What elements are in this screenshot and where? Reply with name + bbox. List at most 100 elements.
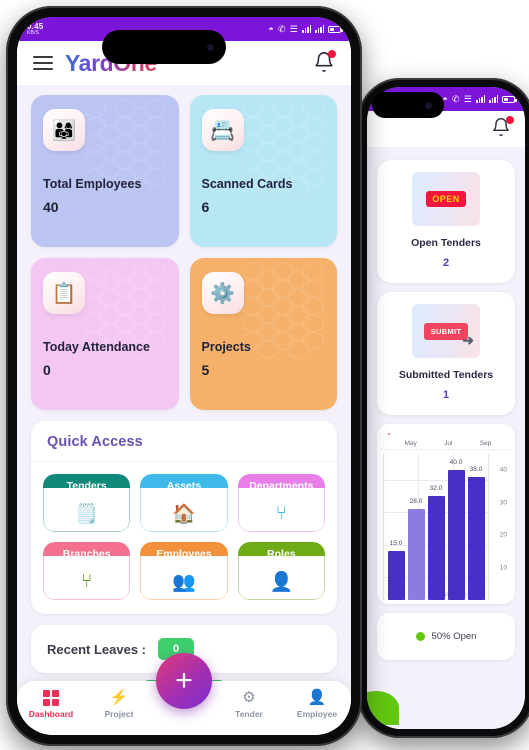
notification-bell-button[interactable] <box>491 116 514 141</box>
attendance-icon: 📋 <box>43 272 85 314</box>
stat-card-title: Today Attendance <box>43 340 150 354</box>
employees-group-icon: 👥 <box>140 556 228 600</box>
open-tenders-card[interactable]: OPEN Open Tenders 2 <box>377 160 515 283</box>
front-phone-notch <box>102 30 226 64</box>
tender-bar-chart-card[interactable]: ⁃ MayJulSep Description Label 15.028.032… <box>377 424 515 604</box>
bottom-nav-item-tender[interactable]: ⚙ Tender <box>215 689 283 719</box>
notification-badge-dot <box>328 50 336 58</box>
quick-access-tenders[interactable]: Tenders 🗒️ <box>43 474 131 532</box>
open-sign-label: OPEN <box>426 191 466 207</box>
submitted-tenders-value: 1 <box>442 389 450 401</box>
stat-card-value: 0 <box>43 362 51 378</box>
tender-list-icon: 🗒️ <box>43 488 131 532</box>
submit-sign-label: SUBMIT ➜ <box>423 322 474 348</box>
chart-bar-value: 38.0 <box>469 465 483 473</box>
call-mute-icon: ✆ <box>277 23 286 34</box>
stat-card-projects[interactable]: ⚙️ Projects 5 <box>189 258 337 410</box>
bottom-nav-item-dashboard[interactable]: Dashboard <box>17 689 85 719</box>
chart-plot-area: Description Label 15.028.032.040.038.0 4… <box>381 450 511 600</box>
stat-card-value: 5 <box>201 362 210 378</box>
open-tenders-title: Open Tenders <box>411 237 481 249</box>
signal-bars2-icon <box>489 95 498 103</box>
bottom-nav-label: Dashboard <box>28 709 74 719</box>
projects-icon: ⚙️ <box>201 272 244 314</box>
employee-avatar-icon: 👤 <box>307 689 327 706</box>
status-speed-unit: KB/S <box>27 29 40 36</box>
add-fab-button[interactable]: + <box>156 653 212 709</box>
chart-bar-value: 15.0 <box>389 540 403 548</box>
chart-legend-card: 50% Open <box>367 613 515 725</box>
front-content-scroll[interactable]: 👨‍👩‍👧 Total Employees 40 📇 Scanned Cards … <box>17 85 351 735</box>
assets-home-icon: 🏠 <box>140 488 228 532</box>
battery-icon <box>328 25 343 33</box>
hamburger-menu-button[interactable] <box>33 56 53 70</box>
chart-bar: 38.0 <box>467 466 485 600</box>
stat-card-scan-card[interactable]: 📇 Scanned Cards 6 <box>189 95 337 247</box>
recent-leaves-label: Recent Leaves : <box>47 641 146 657</box>
bottom-nav-label: Tender <box>235 709 263 719</box>
cursor-icon: ➜ <box>462 331 475 348</box>
chart-y-tick: 20 <box>499 531 507 539</box>
stat-card-employees[interactable]: 👨‍👩‍👧 Total Employees 40 <box>31 95 179 247</box>
chart-y-axis: 40 30 20 10 <box>489 454 509 600</box>
quick-access-title: Quick Access <box>47 434 143 450</box>
back-phone-frame: ◓ ✆ ☰ OPEN Open Tenders 2 SUBMIT ➜ Submi… <box>358 78 529 738</box>
front-phone-frame: 0.45 KB/S ◓ ✆ ☰ YardOne <box>6 6 362 746</box>
stat-card-value: 6 <box>201 199 210 215</box>
stat-card-title: Scanned Cards <box>201 177 293 191</box>
chart-x-tick: Jul <box>444 440 453 447</box>
back-phone-notch <box>372 92 444 118</box>
submit-button-icon: SUBMIT ➜ <box>412 304 480 358</box>
project-bolt-icon: ⚡ <box>109 689 129 706</box>
quick-access-assets[interactable]: Assets 🏠 <box>140 474 228 532</box>
legend-label: 50% Open <box>431 631 477 642</box>
chart-x-tick: Sep <box>479 440 492 447</box>
open-sign-icon: OPEN <box>412 172 480 226</box>
chart-bar: 15.0 <box>387 540 405 600</box>
stat-card-title: Total Employees <box>43 177 142 191</box>
bottom-nav-label: Project <box>104 709 134 719</box>
network-icon: ☰ <box>289 23 298 34</box>
chart-bar: 40.0 <box>447 459 465 600</box>
bottom-nav-item-employee[interactable]: 👤 Employee <box>283 689 351 719</box>
chart-bar: 32.0 <box>427 485 445 600</box>
chart-bar-value: 28.0 <box>409 498 423 506</box>
call-mute-icon: ✆ <box>451 93 460 104</box>
legend-dot-icon <box>415 632 425 641</box>
chart-bar-value: 40.0 <box>449 459 463 467</box>
back-content-scroll[interactable]: OPEN Open Tenders 2 SUBMIT ➜ Submitted T… <box>367 147 525 729</box>
chart-bars: Description Label 15.028.032.040.038.0 <box>383 454 489 600</box>
stat-card-value: 40 <box>43 199 59 215</box>
chart-x-tick: May <box>404 440 417 447</box>
chart-bar-value: 32.0 <box>429 485 443 493</box>
quick-access-header: Quick Access <box>31 421 337 462</box>
wifi-icon: ◓ <box>268 23 274 34</box>
quick-access-departments[interactable]: Departments ⑂ <box>237 474 325 532</box>
chart-y-tick: 30 <box>499 499 507 507</box>
signal-bars-icon <box>302 25 311 33</box>
chart-y-tick: 10 <box>499 564 507 572</box>
stat-card-grid: 👨‍👩‍👧 Total Employees 40 📇 Scanned Cards … <box>17 85 351 410</box>
screenshot-stage: ◓ ✆ ☰ OPEN Open Tenders 2 SUBMIT ➜ Submi… <box>0 0 529 750</box>
quick-access-employees[interactable]: Employees 👥 <box>140 542 228 600</box>
open-tenders-value: 2 <box>442 257 450 269</box>
notification-badge-dot <box>506 116 514 124</box>
roles-user-gear-icon: 👤 <box>237 556 325 600</box>
submitted-tenders-card[interactable]: SUBMIT ➜ Submitted Tenders 1 <box>377 292 515 415</box>
stat-card-title: Projects <box>201 340 251 354</box>
chart-bar: 28.0 <box>407 498 425 600</box>
stat-card-attendance[interactable]: 📋 Today Attendance 0 <box>31 258 179 410</box>
quick-access-branches[interactable]: Branches ⑂ <box>43 542 131 600</box>
battery-icon <box>502 95 517 103</box>
departments-icon: ⑂ <box>237 488 325 532</box>
submitted-tenders-title: Submitted Tenders <box>398 369 494 381</box>
pie-slice-decoration <box>367 691 399 725</box>
chart-top-marker: ⁃ <box>387 430 391 439</box>
notification-bell-button[interactable] <box>313 50 336 75</box>
signal-bars2-icon <box>315 25 324 33</box>
scan-card-icon: 📇 <box>201 109 244 151</box>
bottom-nav-item-project[interactable]: ⚡ Project <box>85 689 153 719</box>
quick-access-panel: Quick Access Tenders 🗒️ Assets 🏠 Departmen… <box>31 421 337 614</box>
quick-access-roles[interactable]: Roles 👤 <box>237 542 325 600</box>
dashboard-grid-icon <box>43 689 59 706</box>
